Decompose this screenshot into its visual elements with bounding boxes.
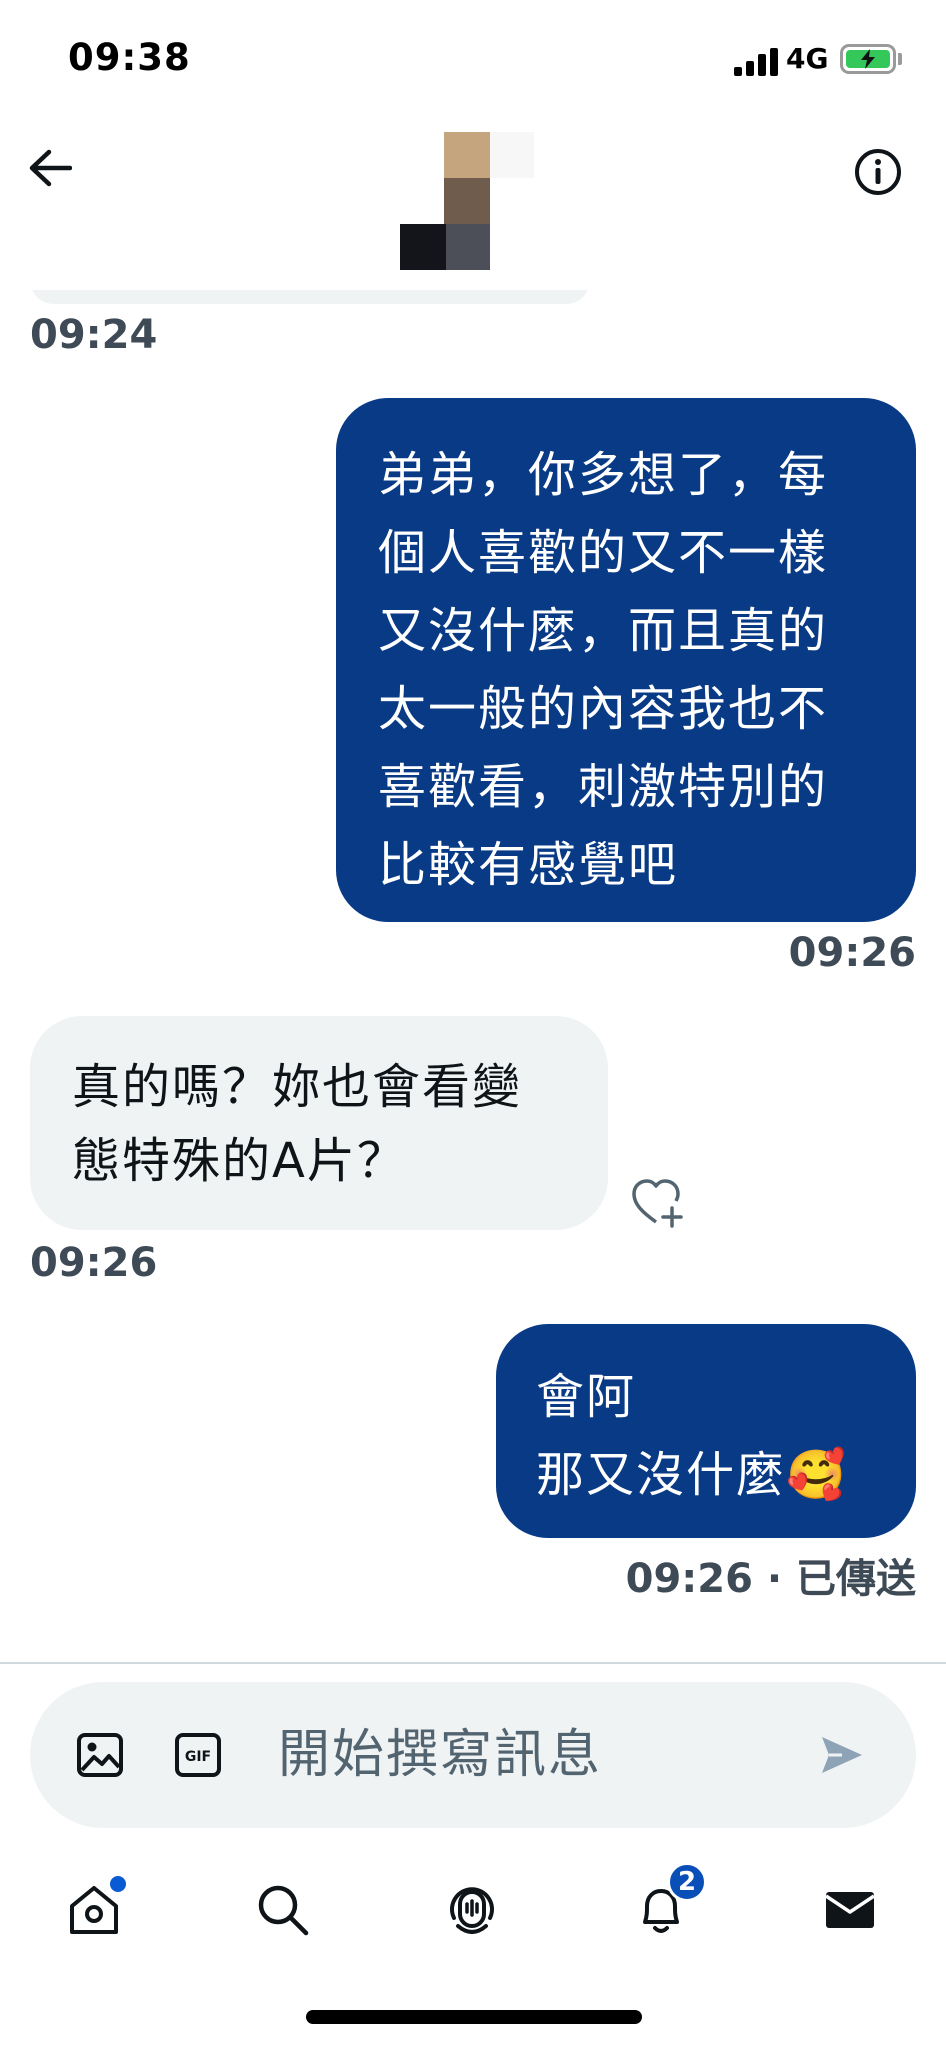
nav-notifications[interactable]: 2	[621, 1862, 707, 1950]
search-icon	[258, 1885, 309, 1936]
outgoing-message-bubble[interactable]: 會阿 那又沒什麼🥰	[496, 1324, 916, 1538]
nav-search[interactable]	[243, 1870, 323, 1950]
cellular-signal-icon	[734, 46, 778, 76]
send-icon	[822, 1737, 862, 1773]
conversation-header	[0, 110, 946, 290]
network-type: 4G	[786, 42, 829, 75]
microphone-spaces-icon	[450, 1887, 494, 1934]
nav-home[interactable]	[54, 1870, 134, 1950]
notification-count-badge: 2	[667, 1862, 707, 1902]
status-bar: 09:38 4G	[0, 0, 946, 120]
message-text: 真的嗎？妳也會看變 態特殊的A片？	[72, 1059, 523, 1189]
message-timestamp: 09:26	[30, 1240, 158, 1286]
nav-messages[interactable]	[810, 1870, 890, 1950]
message-input[interactable]	[278, 1710, 818, 1800]
divider	[0, 1662, 946, 1664]
info-button[interactable]	[846, 140, 910, 204]
bottom-navigation: 2	[0, 1850, 946, 1970]
message-composer: GIF	[30, 1682, 916, 1828]
avatar[interactable]	[400, 132, 536, 276]
envelope-icon	[825, 1892, 875, 1928]
message-timestamp: 09:24	[30, 312, 158, 358]
arrow-left-icon	[29, 149, 72, 187]
home-unread-dot	[110, 1876, 126, 1892]
dm-conversation-screen: 09:24 弟弟，你多想了，每 個人喜歡的又不一樣 又沒什麼，而且真的 太一般的…	[0, 0, 946, 2048]
incoming-message-bubble[interactable]: 真的嗎？妳也會看變 態特殊的A片？	[30, 1016, 608, 1230]
back-button[interactable]	[22, 140, 78, 196]
home-indicator	[306, 2010, 642, 2024]
send-button[interactable]	[810, 1723, 874, 1787]
info-icon	[855, 149, 901, 195]
status-time: 09:38	[68, 36, 191, 79]
gif-icon: GIF	[175, 1733, 221, 1777]
media-image-button[interactable]	[68, 1723, 132, 1787]
add-reaction-heart-icon[interactable]	[630, 1176, 686, 1228]
battery-tip	[898, 53, 902, 65]
battery-charging-icon	[840, 44, 896, 74]
message-text: 弟弟，你多想了，每 個人喜歡的又不一樣 又沒什麼，而且真的 太一般的內容我也不 …	[378, 447, 829, 893]
message-text: 會阿 那又沒什麼🥰	[536, 1369, 848, 1503]
svg-text:GIF: GIF	[185, 1749, 211, 1765]
image-icon	[77, 1733, 123, 1777]
gif-button[interactable]: GIF	[166, 1723, 230, 1787]
message-timestamp-sent: 09:26 · 已傳送	[625, 1556, 916, 1602]
nav-spaces[interactable]	[432, 1870, 512, 1950]
outgoing-message-bubble[interactable]: 弟弟，你多想了，每 個人喜歡的又不一樣 又沒什麼，而且真的 太一般的內容我也不 …	[336, 398, 916, 922]
message-timestamp: 09:26	[788, 930, 916, 976]
